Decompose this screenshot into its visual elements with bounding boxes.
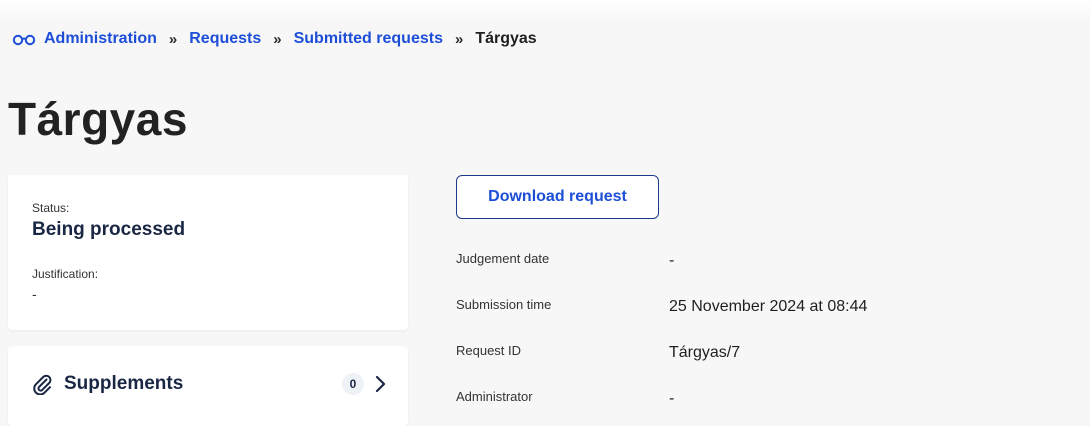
breadcrumb: Administration » Requests » Submitted re… xyxy=(12,29,537,49)
detail-value-submission-time: 25 November 2024 at 08:44 xyxy=(669,298,868,315)
supplements-card: Supplements 0 xyxy=(8,346,408,426)
detail-value-judgement-date: - xyxy=(669,252,675,269)
justification-value: - xyxy=(32,286,37,302)
breadcrumb-current: Tárgyas xyxy=(475,30,537,47)
glasses-icon xyxy=(12,34,36,46)
justification-label: Justification: xyxy=(32,267,99,281)
detail-label-submission-time: Submission time xyxy=(456,297,552,312)
breadcrumb-separator: » xyxy=(168,30,178,48)
supplements-toggle[interactable]: Supplements 0 xyxy=(32,371,388,397)
detail-label-administrator: Administrator xyxy=(456,389,533,404)
page-title: Tárgyas xyxy=(8,93,188,145)
detail-value-request-id: Tárgyas/7 xyxy=(669,344,741,361)
breadcrumb-submitted-requests-link[interactable]: Submitted requests xyxy=(294,30,443,48)
status-card: Status: Being processed Justification: - xyxy=(8,175,408,330)
breadcrumb-separator: » xyxy=(273,30,282,48)
supplements-title: Supplements xyxy=(64,373,184,394)
breadcrumb-administration-link[interactable]: Administration xyxy=(44,30,157,48)
chevron-right-icon xyxy=(375,375,386,393)
supplements-count-badge: 0 xyxy=(342,373,364,395)
top-bar xyxy=(0,0,1090,22)
paperclip-icon xyxy=(33,374,52,395)
status-label: Status: xyxy=(32,201,70,215)
detail-label-judgement-date: Judgement date xyxy=(456,251,550,266)
detail-value-administrator: - xyxy=(669,390,675,407)
breadcrumb-separator: » xyxy=(454,30,464,48)
download-request-button[interactable]: Download request xyxy=(456,175,659,219)
status-value: Being processed xyxy=(32,219,186,240)
detail-label-request-id: Request ID xyxy=(456,343,522,358)
breadcrumb-requests-link[interactable]: Requests xyxy=(189,30,261,48)
